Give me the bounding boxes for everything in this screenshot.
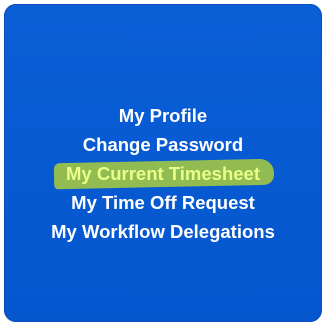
menu-item-my-workflow-delegations[interactable]: My Workflow Delegations [51,217,275,246]
menu-item-label: My Current Timesheet [66,163,260,184]
menu-item-my-current-timesheet[interactable]: My Current Timesheet [66,159,260,188]
menu-item-my-profile[interactable]: My Profile [119,101,207,130]
menu-tile: My Profile Change Password My Current Ti… [4,4,322,322]
menu-item-label: Change Password [82,134,244,155]
menu-item-change-password[interactable]: Change Password [83,130,243,159]
menu-item-label: My Workflow Delegations [51,221,275,242]
menu-item-label: My Time Off Request [71,192,255,213]
menu-item-my-time-off-request[interactable]: My Time Off Request [71,188,255,217]
profile-menu: My Profile Change Password My Current Ti… [4,101,322,246]
menu-item-label: My Profile [118,105,208,126]
